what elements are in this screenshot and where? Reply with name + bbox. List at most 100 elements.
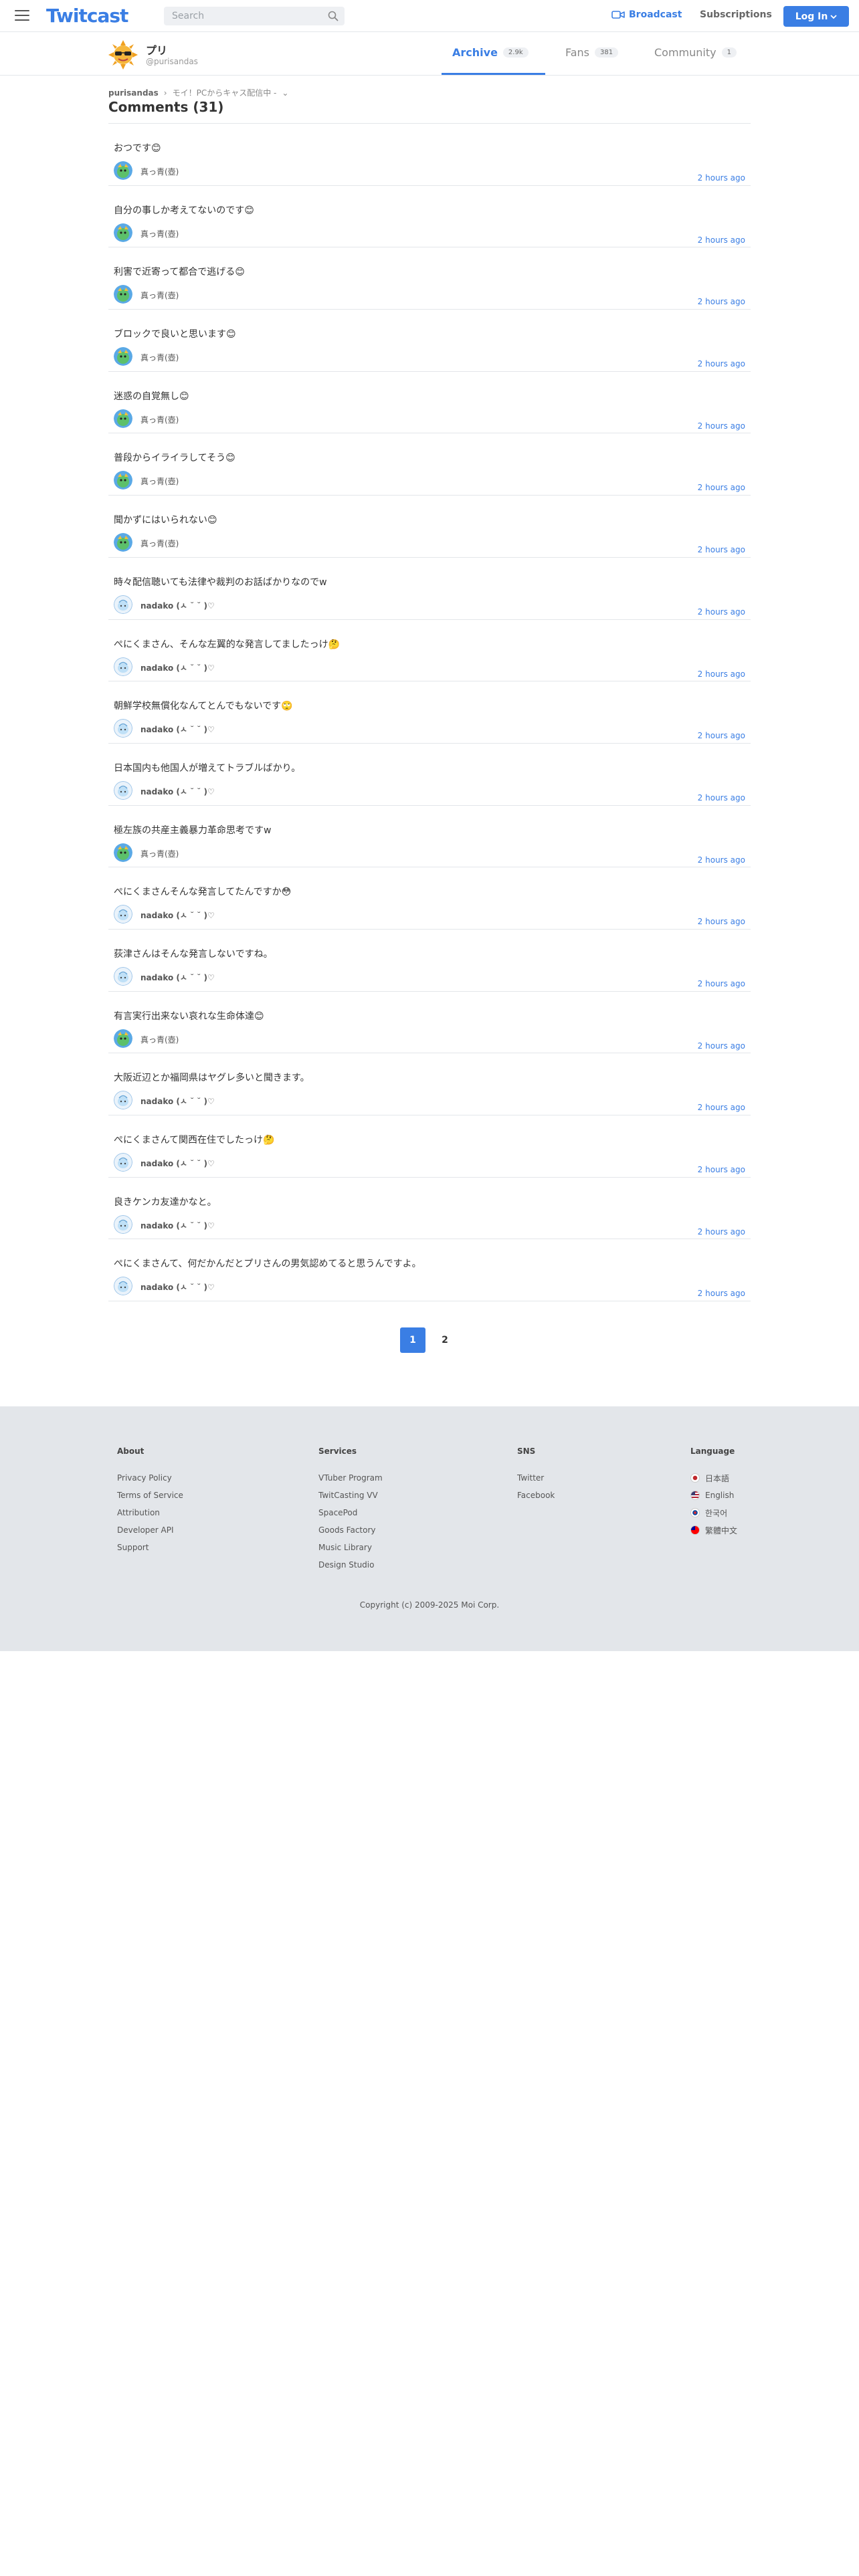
search-icon[interactable] <box>328 11 339 21</box>
commenter-avatar[interactable] <box>114 595 132 614</box>
comment-timestamp[interactable]: 2 hours ago <box>698 917 745 926</box>
commenter-name[interactable]: nadako (ㅅ ˘ ˘ )♡ <box>140 786 215 797</box>
comment-item: 荻津さんはそんな発言しないですね。 nadako (ㅅ ˘ ˘ )♡ 2 hours… <box>108 930 751 992</box>
search-input[interactable] <box>164 7 318 25</box>
footer-link-facebook[interactable]: Facebook <box>517 1487 555 1504</box>
commenter-name[interactable]: nadako (ㅅ ˘ ˘ )♡ <box>140 1158 215 1169</box>
page-2-button[interactable]: 2 <box>432 1327 458 1353</box>
hamburger-menu-icon[interactable] <box>15 10 29 22</box>
commenter-name[interactable]: 真っ青(壺) <box>140 352 179 363</box>
commenter-name[interactable]: 真っ青(壺) <box>140 538 179 549</box>
profile-avatar[interactable] <box>108 40 138 70</box>
commenter-avatar[interactable] <box>114 843 132 862</box>
tab-fans[interactable]: Fans 381 <box>565 46 619 59</box>
footer-link-vtuber-program[interactable]: VTuber Program <box>318 1469 383 1487</box>
footer-link-privacy[interactable]: Privacy Policy <box>117 1469 183 1487</box>
commenter-name[interactable]: nadako (ㅅ ˘ ˘ )♡ <box>140 972 215 983</box>
comment-timestamp[interactable]: 2 hours ago <box>698 1289 745 1298</box>
comment-timestamp[interactable]: 2 hours ago <box>698 1041 745 1051</box>
comment-timestamp[interactable]: 2 hours ago <box>698 793 745 802</box>
footer-link-attribution[interactable]: Attribution <box>117 1504 183 1521</box>
commenter-name[interactable]: 真っ青(壺) <box>140 848 179 859</box>
comment-timestamp[interactable]: 2 hours ago <box>698 421 745 431</box>
commenter-name[interactable]: 真っ青(壺) <box>140 475 179 487</box>
comment-item: 利害で近寄って都合で逃げる😊 真っ青(壺) 2 hours ago <box>108 247 751 310</box>
commenter-name[interactable]: nadako (ㅅ ˘ ˘ )♡ <box>140 909 215 921</box>
language-option-english[interactable]: English <box>690 1487 737 1504</box>
footer-link-design-studio[interactable]: Design Studio <box>318 1556 383 1574</box>
comment-timestamp[interactable]: 2 hours ago <box>698 483 745 492</box>
footer-link-support[interactable]: Support <box>117 1539 183 1556</box>
subscriptions-link[interactable]: Subscriptions <box>700 9 772 20</box>
broadcast-button[interactable]: Broadcast <box>611 9 682 20</box>
tab-community[interactable]: Community 1 <box>654 46 737 59</box>
commenter-avatar[interactable] <box>114 409 132 428</box>
commenter-avatar[interactable] <box>114 1153 132 1172</box>
comment-item: 朝鮮学校無償化なんてとんでもないです🙄 nadako (ㅅ ˘ ˘ )♡ 2 hou… <box>108 681 751 744</box>
comment-timestamp[interactable]: 2 hours ago <box>698 979 745 988</box>
commenter-name[interactable]: nadako (ㅅ ˘ ˘ )♡ <box>140 724 215 735</box>
twitcast-logo[interactable]: Twitcast <box>46 5 128 27</box>
commenter-avatar[interactable] <box>114 285 132 304</box>
footer-link-twitter[interactable]: Twitter <box>517 1469 555 1487</box>
commenter-avatar[interactable] <box>114 1029 132 1048</box>
footer-link-developer-api[interactable]: Developer API <box>117 1521 183 1539</box>
profile-name[interactable]: プリ <box>146 41 167 58</box>
comment-timestamp[interactable]: 2 hours ago <box>698 669 745 679</box>
commenter-avatar[interactable] <box>114 471 132 490</box>
comment-timestamp[interactable]: 2 hours ago <box>698 731 745 740</box>
chevron-down-icon[interactable]: ⌄ <box>282 88 288 98</box>
comment-text: 利害で近寄って都合で逃げる😊 <box>114 267 245 278</box>
comment-timestamp[interactable]: 2 hours ago <box>698 1103 745 1112</box>
footer-link-terms[interactable]: Terms of Service <box>117 1487 183 1504</box>
commenter-avatar[interactable] <box>114 1277 132 1296</box>
login-label: Log In <box>795 11 828 22</box>
commenter-avatar[interactable] <box>114 719 132 738</box>
comment-timestamp[interactable]: 2 hours ago <box>698 235 745 245</box>
breadcrumb-movie[interactable]: モイ！PCからキャス配信中 - <box>173 87 277 98</box>
commenter-avatar[interactable] <box>114 1214 132 1234</box>
commenter-name[interactable]: nadako (ㅅ ˘ ˘ )♡ <box>140 662 215 673</box>
footer-link-goods-factory[interactable]: Goods Factory <box>318 1521 383 1539</box>
login-button[interactable]: Log In <box>783 6 849 27</box>
comment-timestamp[interactable]: 2 hours ago <box>698 855 745 865</box>
language-option-traditional-chinese[interactable]: 繁體中文 <box>690 1521 737 1539</box>
commenter-avatar[interactable] <box>114 780 132 800</box>
language-option-korean[interactable]: 한국어 <box>690 1504 737 1521</box>
commenter-avatar[interactable] <box>114 161 132 180</box>
breadcrumb-separator: › <box>163 88 167 98</box>
commenter-name[interactable]: 真っ青(壺) <box>140 166 179 177</box>
commenter-name[interactable]: nadako (ㅅ ˘ ˘ )♡ <box>140 1281 215 1293</box>
page-title: Comments (31) <box>108 99 224 115</box>
commenter-name[interactable]: nadako (ㅅ ˘ ˘ )♡ <box>140 1220 215 1231</box>
commenter-avatar[interactable] <box>114 657 132 676</box>
commenter-avatar[interactable] <box>114 966 132 986</box>
commenter-avatar[interactable] <box>114 905 132 924</box>
commenter-avatar[interactable] <box>114 223 132 242</box>
commenter-avatar[interactable] <box>114 1091 132 1110</box>
comment-timestamp[interactable]: 2 hours ago <box>698 359 745 368</box>
search-box <box>164 7 345 25</box>
commenter-name[interactable]: nadako (ㅅ ˘ ˘ )♡ <box>140 600 215 611</box>
commenter-name[interactable]: 真っ青(壺) <box>140 1034 179 1045</box>
footer-link-twitcasting-vv[interactable]: TwitCasting VV <box>318 1487 383 1504</box>
comment-timestamp[interactable]: 2 hours ago <box>698 545 745 554</box>
comment-timestamp[interactable]: 2 hours ago <box>698 173 745 183</box>
comment-timestamp[interactable]: 2 hours ago <box>698 607 745 617</box>
comment-timestamp[interactable]: 2 hours ago <box>698 1227 745 1237</box>
comment-timestamp[interactable]: 2 hours ago <box>698 1165 745 1174</box>
breadcrumb-user[interactable]: purisandas <box>108 88 159 98</box>
commenter-avatar[interactable] <box>114 347 132 366</box>
tab-archive[interactable]: Archive 2.9k <box>452 46 529 59</box>
comment-timestamp[interactable]: 2 hours ago <box>698 297 745 306</box>
footer-about-column: About Privacy Policy Terms of Service At… <box>117 1446 183 1556</box>
commenter-name[interactable]: 真っ青(壺) <box>140 414 179 425</box>
page-1-button[interactable]: 1 <box>400 1327 425 1353</box>
language-option-japanese[interactable]: 日本語 <box>690 1469 737 1487</box>
commenter-name[interactable]: 真っ青(壺) <box>140 290 179 301</box>
footer-link-spacepod[interactable]: SpacePod <box>318 1504 383 1521</box>
commenter-name[interactable]: 真っ青(壺) <box>140 228 179 239</box>
commenter-name[interactable]: nadako (ㅅ ˘ ˘ )♡ <box>140 1095 215 1107</box>
commenter-avatar[interactable] <box>114 533 132 552</box>
footer-link-music-library[interactable]: Music Library <box>318 1539 383 1556</box>
